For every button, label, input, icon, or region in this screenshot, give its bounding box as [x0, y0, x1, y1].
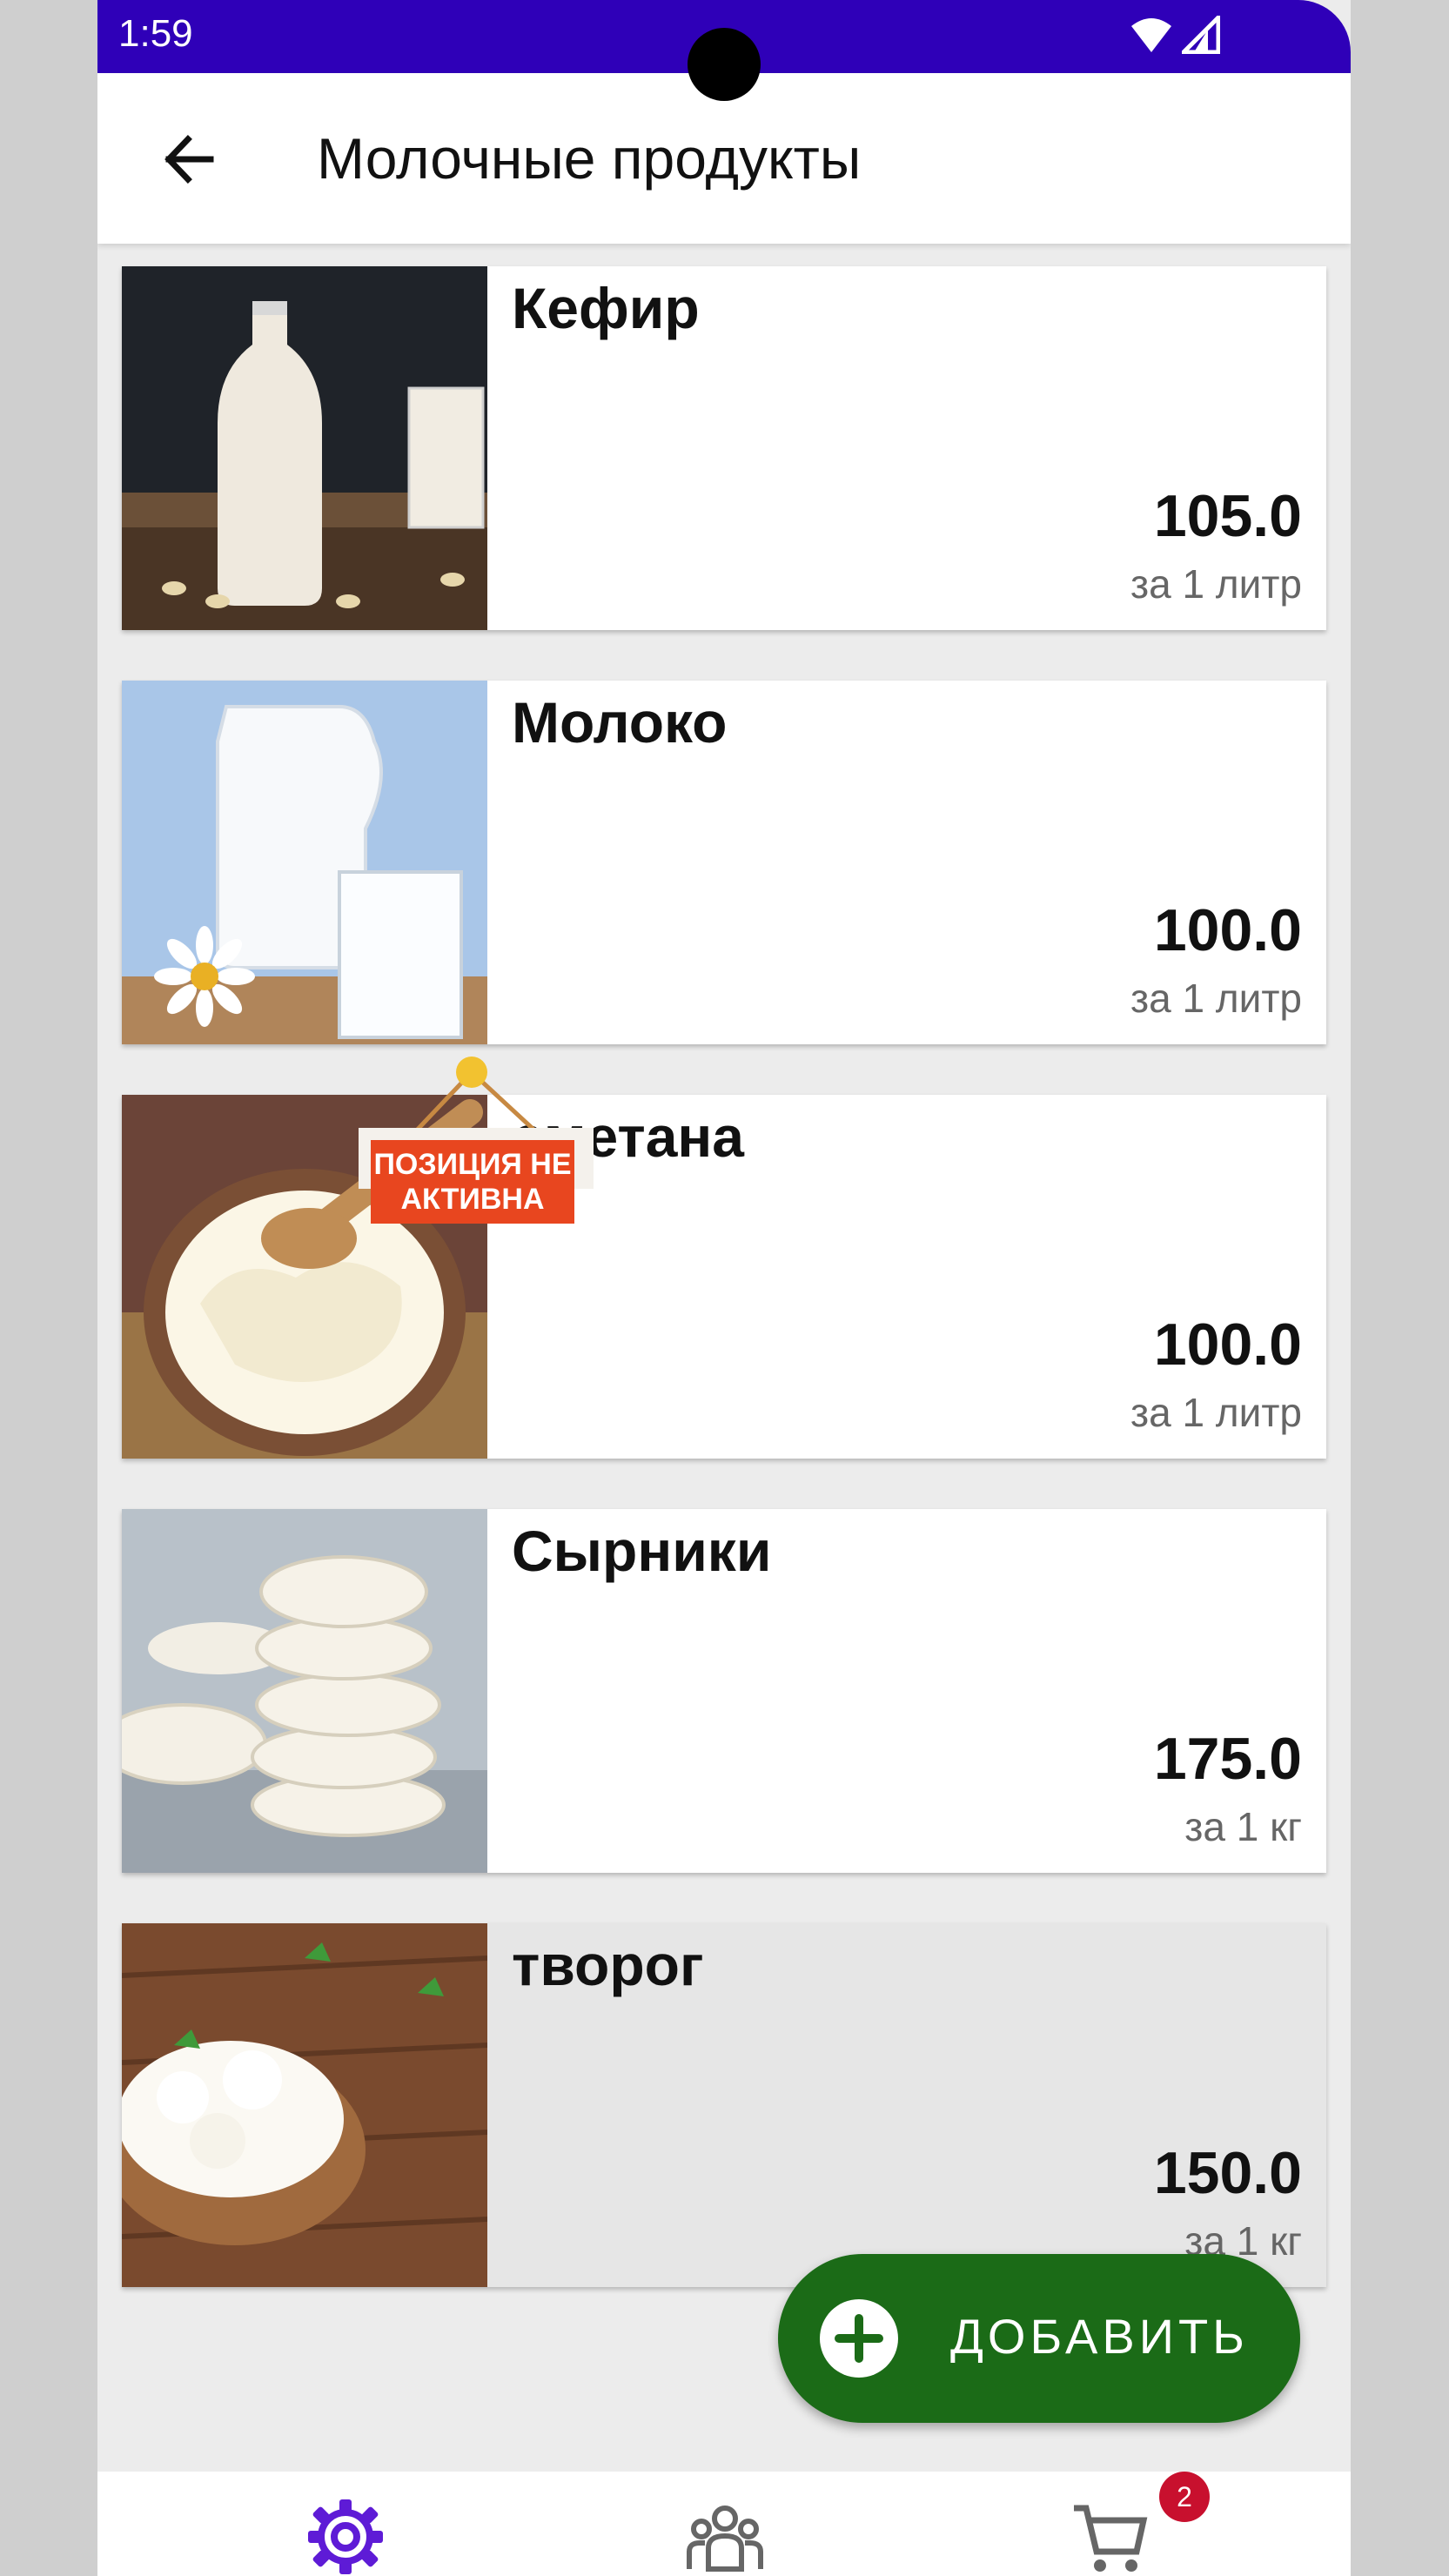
product-name: творог — [512, 1933, 704, 1997]
product-card-milk[interactable]: Молоко 100.0 за 1 литр — [122, 681, 1326, 1044]
phone-screen: 1:59 Молочные продукты Кефир 105.0 за 1 … — [97, 0, 1351, 2576]
product-image-kefir — [122, 266, 487, 630]
product-unit: за 1 литр — [1130, 1390, 1302, 1435]
product-unit: за 1 кг — [1184, 1804, 1302, 1849]
inactive-label-line2: АКТИВНА — [400, 1183, 545, 1216]
product-card-tvorog[interactable]: творог 150.0 за 1 кг — [122, 1923, 1326, 2287]
cart-icon[interactable] — [1070, 2498, 1149, 2576]
product-price: 175.0 — [1153, 1726, 1302, 1792]
inactive-label-line1: ПОЗИЦИЯ НЕ — [373, 1148, 572, 1181]
product-image-syrniki — [122, 1509, 487, 1873]
product-card-kefir[interactable]: Кефир 105.0 за 1 литр — [122, 266, 1326, 630]
cart-count-badge: 2 — [1159, 2472, 1210, 2522]
status-icons — [1130, 16, 1220, 54]
add-button-label: ДОБАВИТЬ — [950, 2309, 1249, 2364]
signal-icon — [1182, 16, 1220, 54]
status-time: 1:59 — [118, 12, 193, 55]
product-name: Сырники — [512, 1519, 772, 1583]
product-price: 105.0 — [1153, 483, 1302, 549]
wifi-icon — [1131, 18, 1171, 52]
page-title: Молочные продукты — [317, 126, 862, 191]
product-card-syrniki[interactable]: Сырники 175.0 за 1 кг — [122, 1509, 1326, 1873]
camera-cutout — [688, 28, 761, 101]
product-unit: за 1 литр — [1130, 561, 1302, 607]
product-image-milk — [122, 681, 487, 1044]
product-name: Кефир — [512, 276, 700, 340]
people-icon[interactable] — [686, 2498, 764, 2576]
product-image-tvorog — [122, 1923, 487, 2287]
inactive-status-sign: ПОЗИЦИЯ НЕ АКТИВНА — [359, 1015, 594, 1224]
product-price: 100.0 — [1153, 1311, 1302, 1378]
product-name: Молоко — [512, 690, 728, 755]
product-price: 150.0 — [1153, 2140, 1302, 2206]
inactive-label: ПОЗИЦИЯ НЕ АКТИВНА — [371, 1140, 574, 1224]
add-circle-icon — [820, 2299, 898, 2378]
product-price: 100.0 — [1153, 897, 1302, 963]
back-arrow-icon[interactable] — [150, 120, 228, 198]
product-unit: за 1 литр — [1130, 976, 1302, 1021]
product-card-sour-cream[interactable]: сметана 100.0 за 1 литр — [122, 1095, 1326, 1459]
add-button[interactable]: ДОБАВИТЬ — [778, 2254, 1300, 2423]
gear-icon[interactable] — [306, 2498, 385, 2576]
